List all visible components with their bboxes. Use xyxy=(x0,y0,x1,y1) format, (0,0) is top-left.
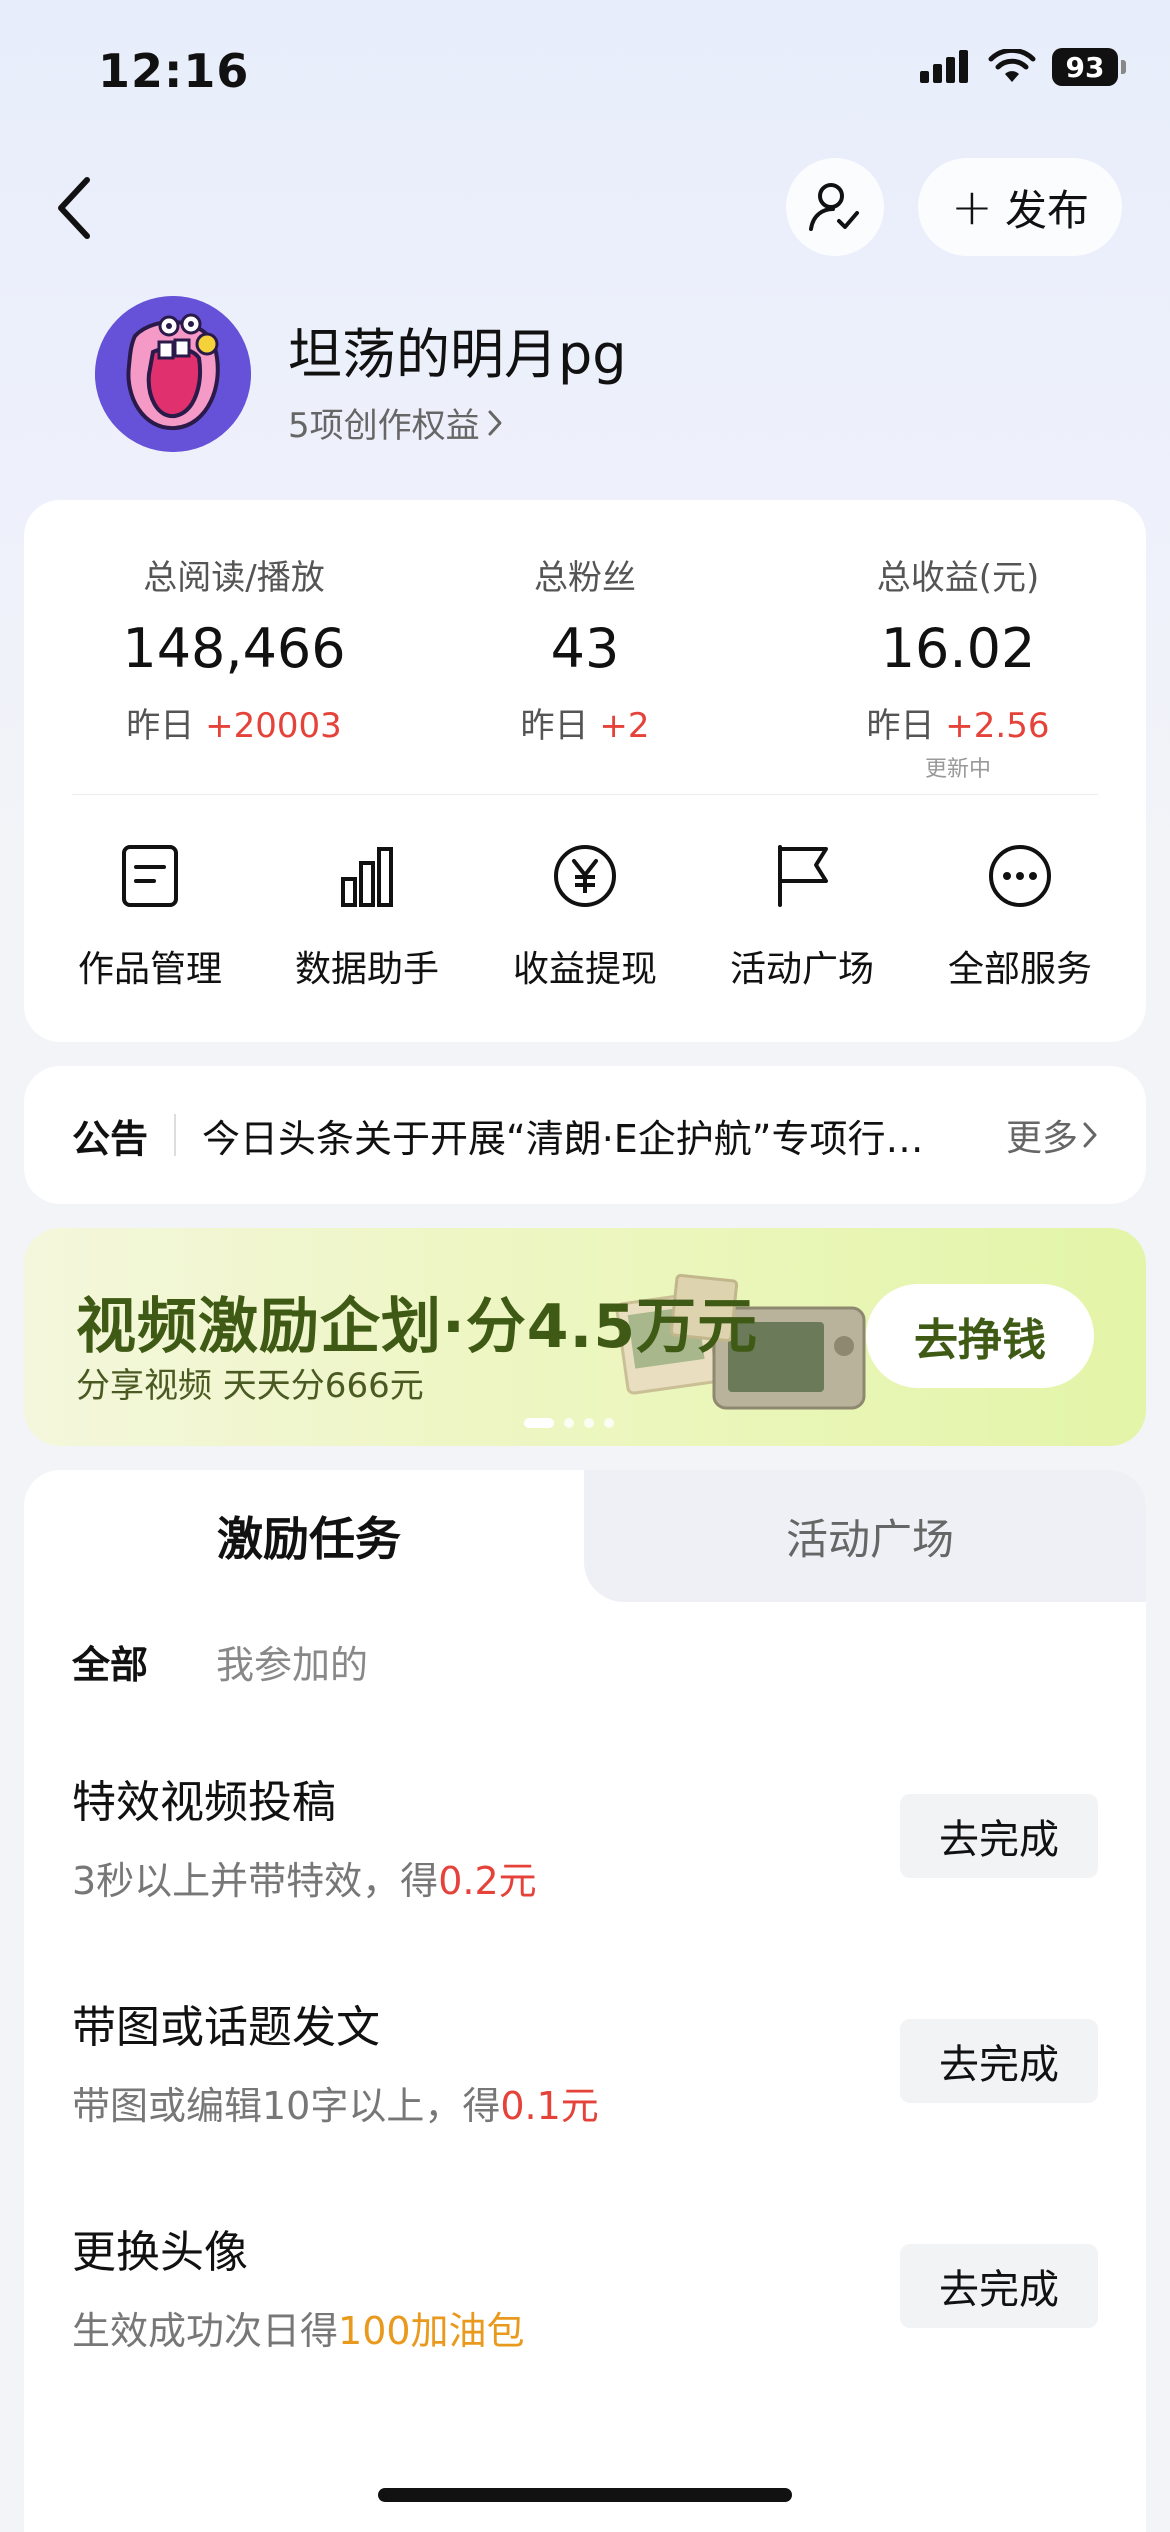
home-indicator[interactable] xyxy=(378,2488,792,2502)
stat-yesterday: 昨日 +2 xyxy=(405,698,765,747)
plus-icon: + xyxy=(951,178,993,236)
username: 坦荡的明月pg xyxy=(288,323,627,386)
filter-all[interactable]: 全部 xyxy=(72,1634,148,1689)
task-reward: 0.1元 xyxy=(500,2084,599,2128)
task-reward: 0.2元 xyxy=(438,1859,537,1903)
yen-icon xyxy=(549,840,621,912)
chevron-right-icon xyxy=(1083,1122,1097,1148)
divider xyxy=(72,794,1098,795)
document-icon xyxy=(114,840,186,912)
service-data-assistant[interactable]: 数据助手 xyxy=(257,840,477,992)
battery-indicator: 93 xyxy=(1052,48,1126,86)
tasks-card: 激励任务 活动广场 全部 我参加的 特效视频投稿 3秒以上并带特效，得0.2元 … xyxy=(24,1470,1146,2532)
notice-bar[interactable]: 公告 今日头条关于开展“清朗·E企护航”专项行动的公告 更多 xyxy=(24,1066,1146,1204)
chevron-left-icon xyxy=(58,177,90,239)
service-label: 数据助手 xyxy=(294,949,439,990)
notice-more-link[interactable]: 更多 xyxy=(1006,1109,1098,1161)
complete-task-button[interactable]: 去完成 xyxy=(900,2019,1098,2103)
signal-icon xyxy=(920,50,968,83)
yesterday-delta: +2.56 xyxy=(945,706,1050,746)
earn-money-button[interactable]: 去挣钱 xyxy=(866,1284,1094,1388)
stat-label: 总收益(元) xyxy=(876,558,1040,598)
more-icon xyxy=(984,840,1056,912)
bar-chart-icon xyxy=(331,840,403,912)
banner-title: 视频激励企划·分4.5万元 xyxy=(76,1292,759,1362)
stat-yesterday: 昨日 +20003 xyxy=(54,698,414,747)
service-works-management[interactable]: 作品管理 xyxy=(40,840,260,992)
task-item: 更换头像 生效成功次日得100加油包 去完成 xyxy=(72,2216,1098,2356)
yesterday-label: 昨日 xyxy=(126,706,195,746)
notice-more-label: 更多 xyxy=(1005,1118,1078,1159)
flag-icon xyxy=(766,840,838,912)
filter-mine[interactable]: 我参加的 xyxy=(216,1634,368,1689)
complete-task-button[interactable]: 去完成 xyxy=(900,1794,1098,1878)
pagination-dot xyxy=(604,1418,614,1428)
yesterday-delta: +2 xyxy=(599,706,650,746)
pagination-dot-active xyxy=(524,1418,554,1428)
stat-value: 16.02 xyxy=(880,617,1036,680)
banner-pagination xyxy=(524,1418,614,1428)
task-item: 带图或话题发文 带图或编辑10字以上，得0.1元 去完成 xyxy=(72,1991,1098,2131)
creation-rights-link[interactable]: 5项创作权益 xyxy=(288,398,504,447)
stat-value: 148,466 xyxy=(122,617,346,680)
task-desc-text: 带图或编辑10字以上，得 xyxy=(72,2084,501,2128)
task-reward: 100加油包 xyxy=(338,2309,525,2353)
stat-value: 43 xyxy=(550,617,620,680)
stat-label: 总粉丝 xyxy=(534,558,636,598)
stat-label: 总阅读/播放 xyxy=(143,558,325,598)
creation-rights-label: 5项创作权益 xyxy=(288,406,480,446)
banner-subtitle: 分享视频 天天分666元 xyxy=(76,1366,424,1406)
promo-banner[interactable]: 视频激励企划·分4.5万元 分享视频 天天分666元 去挣钱 xyxy=(24,1228,1146,1446)
service-label: 收益提现 xyxy=(512,949,657,990)
publish-button[interactable]: + 发布 xyxy=(918,158,1122,256)
status-time: 12:16 xyxy=(98,44,250,98)
notice-separator xyxy=(174,1114,177,1156)
service-activity-square[interactable]: 活动广场 xyxy=(692,840,912,992)
stat-fans[interactable]: 总粉丝 43 昨日 +2 xyxy=(405,550,765,747)
service-all[interactable]: 全部服务 xyxy=(910,840,1130,992)
pagination-dot xyxy=(584,1418,594,1428)
back-button[interactable] xyxy=(40,168,110,248)
user-follow-button[interactable] xyxy=(786,158,884,256)
tab-incentive-tasks[interactable]: 激励任务 xyxy=(24,1470,594,1602)
service-label: 活动广场 xyxy=(729,949,874,990)
user-check-icon xyxy=(809,183,859,231)
stat-earnings[interactable]: 总收益(元) 16.02 昨日 +2.56 更新中 xyxy=(778,550,1138,783)
stats-card: 总阅读/播放 148,466 昨日 +20003 总粉丝 43 昨日 +2 总收… xyxy=(24,500,1146,1042)
task-item: 特效视频投稿 3秒以上并带特效，得0.2元 去完成 xyxy=(72,1766,1098,1906)
stat-reads[interactable]: 总阅读/播放 148,466 昨日 +20003 xyxy=(54,550,414,747)
task-desc-text: 生效成功次日得 xyxy=(72,2309,339,2353)
notice-title: 公告 xyxy=(72,1116,149,1161)
task-desc-text: 3秒以上并带特效，得 xyxy=(72,1859,439,1903)
yesterday-label: 昨日 xyxy=(866,706,935,746)
complete-task-button[interactable]: 去完成 xyxy=(900,2244,1098,2328)
service-label: 全部服务 xyxy=(947,949,1092,990)
avatar-image xyxy=(95,296,251,452)
status-indicators: 93 xyxy=(920,48,1126,86)
yesterday-delta: +20003 xyxy=(205,706,342,746)
updating-note: 更新中 xyxy=(924,757,991,782)
service-withdraw[interactable]: 收益提现 xyxy=(475,840,695,992)
wifi-icon xyxy=(988,49,1036,82)
pagination-dot xyxy=(564,1418,574,1428)
publish-label: 发布 xyxy=(1004,185,1089,235)
tab-activity-square[interactable]: 活动广场 xyxy=(594,1470,1146,1602)
stat-yesterday: 昨日 +2.56 xyxy=(778,698,1138,747)
chevron-right-icon xyxy=(488,410,502,435)
service-label: 作品管理 xyxy=(77,949,222,990)
notice-text: 今日头条关于开展“清朗·E企护航”专项行动的公告 xyxy=(202,1116,946,1161)
avatar[interactable] xyxy=(95,296,251,452)
yesterday-label: 昨日 xyxy=(520,706,589,746)
